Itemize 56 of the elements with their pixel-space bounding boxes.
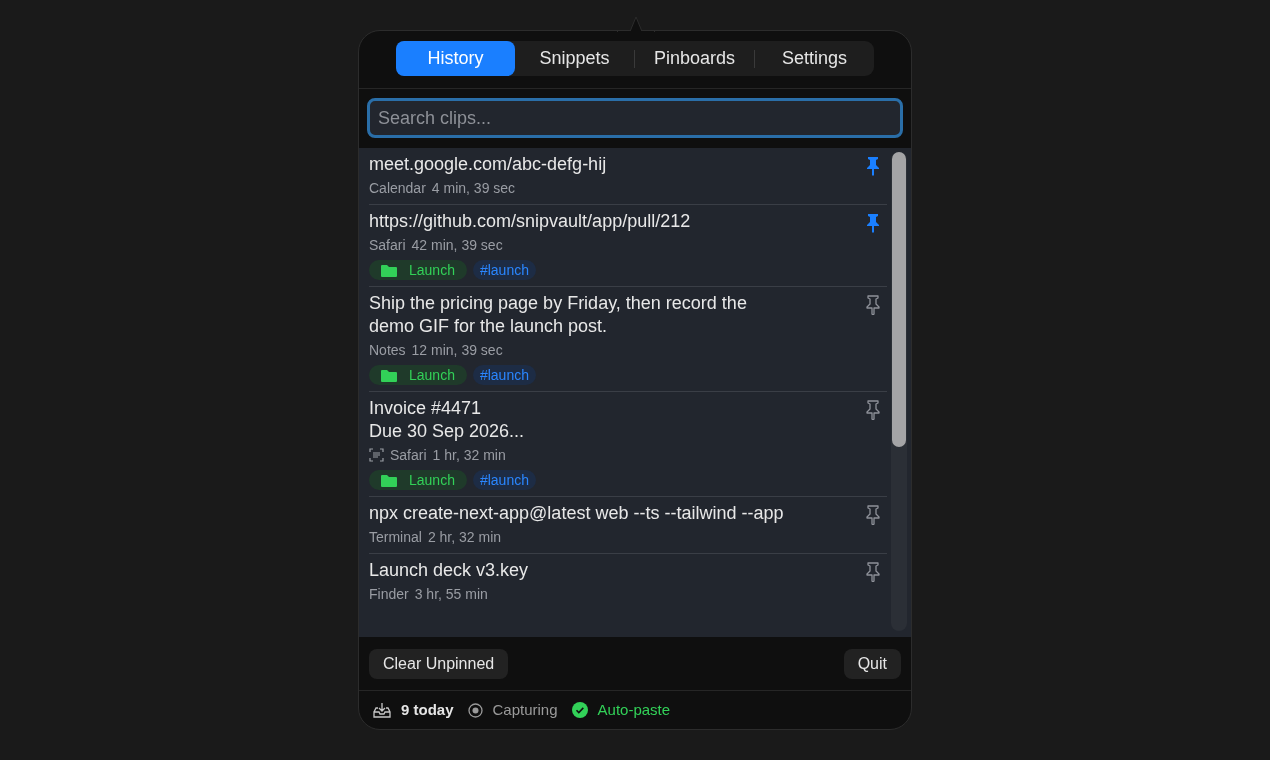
clip-text: https://github.com/snipvault/app/pull/212: [369, 210, 692, 233]
clip-text: Launch deck v3.key: [369, 559, 530, 582]
clip-age: 3 hr, 55 min: [414, 585, 488, 604]
hashtag-tag[interactable]: #launch: [472, 260, 536, 280]
scrollbar-track[interactable]: [891, 152, 907, 631]
tag-label: Launch: [409, 260, 455, 280]
pin-icon[interactable]: [865, 213, 881, 233]
clip-age: 2 hr, 32 min: [427, 528, 502, 547]
folder-icon: [381, 473, 397, 487]
clip-age: 12 min, 39 sec: [411, 341, 503, 360]
clip-text: meet.google.com/abc-defg-hij: [369, 153, 608, 176]
clip-text: npx create-next-app@latest web --ts --tailwind --app: [369, 502, 785, 525]
source-app: Notes: [369, 341, 406, 360]
scrollbar-thumb[interactable]: [892, 152, 906, 447]
inbox-tray-icon: [373, 701, 391, 719]
source-app: Safari: [369, 236, 406, 255]
clip-age: 42 min, 39 sec: [411, 236, 503, 255]
source-app: Terminal: [369, 528, 422, 547]
tab[interactable]: Pinboards: [635, 41, 754, 76]
auto-paste-status: Auto-paste: [597, 699, 671, 720]
clip-age: 1 hr, 32 min: [432, 446, 506, 465]
pin-icon[interactable]: [865, 400, 881, 420]
source-app: Finder: [369, 585, 409, 604]
hashtag-tag[interactable]: #launch: [472, 470, 536, 490]
clip-item[interactable]: meet.google.com/abc-defg-hij Calendar 4 min, 39 sec: [369, 148, 887, 204]
folder-tag[interactable]: Launch: [369, 365, 467, 385]
search-field[interactable]: Search clips...: [367, 98, 903, 138]
clip-item[interactable]: npx create-next-app@latest web --ts --tailwind --app Terminal 2 hr, 32 min: [369, 496, 887, 553]
clip-item[interactable]: Invoice #4471 Due 30 Sep 2026... Safari 1 hr, 32 min Launch #launch: [369, 391, 887, 496]
clip-item[interactable]: https://github.com/snipvault/app/pull/212 Safari 42 min, 39 sec Launch #launch: [369, 204, 887, 286]
quit-button[interactable]: Quit: [843, 648, 901, 679]
tag-label: Launch: [409, 470, 455, 490]
source-app: Safari: [390, 446, 427, 465]
clip-text: Ship the pricing page by Friday, then record the demo GIF for the launch post.: [369, 292, 748, 338]
hashtag-tag[interactable]: #launch: [472, 365, 536, 385]
tab[interactable]: History: [396, 41, 515, 76]
pin-icon[interactable]: [865, 295, 881, 315]
tab[interactable]: Settings: [755, 41, 874, 76]
pin-icon[interactable]: [865, 562, 881, 582]
clip-item[interactable]: Ship the pricing page by Friday, then record the demo GIF for the launch post. Notes 12 min, 39 sec Launch #launch: [369, 286, 887, 391]
today-count: 9 today: [401, 699, 454, 720]
clear-unpinned-button[interactable]: Clear Unpinned: [369, 648, 509, 679]
clip-item[interactable]: Launch deck v3.key Finder 3 hr, 55 min: [369, 553, 887, 610]
clip-age: 4 min, 39 sec: [431, 179, 516, 198]
tag-label: Launch: [409, 365, 455, 385]
record-icon: [467, 702, 483, 718]
source-app: Calendar: [369, 179, 426, 198]
folder-tag[interactable]: Launch: [369, 260, 467, 280]
pin-icon[interactable]: [865, 156, 881, 176]
capture-status: Capturing: [492, 699, 558, 720]
pin-icon[interactable]: [865, 505, 881, 525]
folder-tag[interactable]: Launch: [369, 470, 467, 490]
tab[interactable]: Snippets: [515, 41, 634, 76]
folder-icon: [381, 263, 397, 277]
folder-icon: [381, 368, 397, 382]
clip-text: Invoice #4471 Due 30 Sep 2026...: [369, 397, 526, 443]
